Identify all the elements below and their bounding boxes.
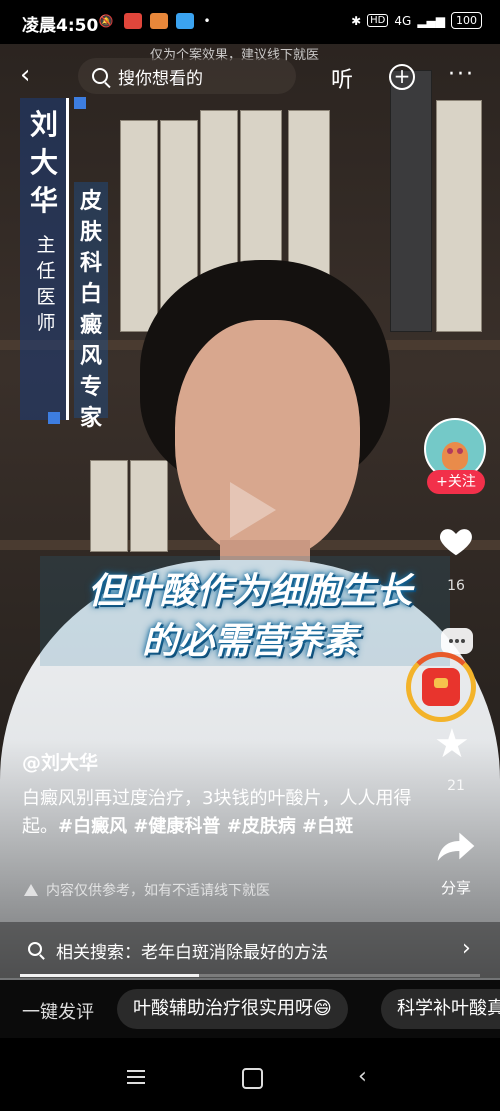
favorite-star-icon[interactable]: ★	[434, 722, 470, 766]
post-description[interactable]: 白癜风别再过度治疗，3块钱的叶酸片，人人用得起。#白癜风 #健康科普 #皮肤病 …	[22, 785, 422, 841]
recent-apps-icon[interactable]	[127, 1070, 145, 1088]
avatar-character	[442, 442, 468, 470]
mute-icon: 🔕	[98, 14, 114, 28]
author-handle[interactable]: @刘大华	[22, 748, 98, 775]
hashtags[interactable]: #白癜风 #健康科普 #皮肤病 #白斑	[58, 816, 353, 837]
back-icon[interactable]: ‹	[20, 62, 46, 90]
subtitle-line-1: 但叶酸作为细胞生长	[87, 571, 412, 612]
home-icon[interactable]	[242, 1068, 263, 1089]
comment-dot	[461, 639, 465, 643]
warning-icon	[24, 884, 38, 896]
quick-comment-chip[interactable]: 科学补叶酸真	[381, 989, 500, 1029]
status-time: 凌晨4:50	[22, 16, 99, 36]
network-type: 4G	[394, 13, 412, 28]
avatar-eye	[447, 448, 453, 454]
weibo-notification-icon	[150, 13, 168, 29]
listen-button[interactable]: 听	[331, 62, 353, 94]
share-arrow-icon[interactable]	[436, 826, 476, 866]
status-right-group: ✱ HD 4G ▂▄▆ 100	[351, 12, 482, 29]
more-options-icon[interactable]: ···	[448, 62, 475, 87]
related-search-text: 相关搜索：老年白斑消除最好的方法	[56, 938, 328, 963]
comment-dot	[449, 639, 453, 643]
hd-icon: HD	[367, 14, 389, 27]
related-search-query: 老年白斑消除最好的方法	[141, 943, 328, 963]
playback-progress-fill	[20, 974, 200, 977]
more-notifications-dot: •	[203, 14, 211, 28]
avatar-eye	[457, 448, 463, 454]
book	[436, 100, 482, 332]
bluetooth-icon: ✱	[351, 13, 362, 28]
book	[120, 120, 158, 332]
comment-dot	[455, 639, 459, 643]
comment-icon[interactable]	[441, 628, 473, 654]
add-icon[interactable]: +	[389, 64, 415, 90]
battery-icon: 100	[451, 12, 482, 29]
content-warning-text: 内容仅供参考，如有不适请线下就医	[46, 883, 270, 899]
content-warning: 内容仅供参考，如有不适请线下就医	[24, 880, 270, 900]
quick-comment-label: 一键发评	[22, 1002, 94, 1023]
system-nav-bar: ‹	[0, 1038, 500, 1111]
caption-accent	[74, 97, 86, 109]
specialty-caption: 皮肤科白癜风专家	[79, 189, 102, 431]
message-notification-icon	[176, 13, 194, 29]
signal-icon: ▂▄▆	[417, 13, 445, 28]
related-search-label: 相关搜索：	[56, 943, 141, 963]
status-bar: 凌晨4:50 🔕 • ✱ HD 4G ▂▄▆ 100	[0, 0, 500, 44]
app-notification-icon	[124, 13, 142, 29]
book	[130, 460, 168, 552]
search-bar[interactable]: 搜你想看的	[78, 58, 296, 94]
search-icon	[92, 68, 108, 84]
book	[90, 460, 128, 552]
search-icon	[28, 942, 42, 956]
doctor-name-caption: 刘大华	[29, 108, 58, 217]
like-count: 16	[447, 578, 465, 594]
doctor-title-caption: 主任医师	[36, 234, 56, 334]
favorite-count: 21	[447, 778, 465, 794]
related-search-bar[interactable]: 相关搜索：老年白斑消除最好的方法 ›	[0, 922, 500, 978]
red-packet-icon[interactable]	[422, 668, 460, 706]
screen: 凌晨4:50 🔕 • ✱ HD 4G ▂▄▆ 100 仅为个案效果，建议线下就医…	[0, 0, 500, 1111]
back-nav-icon[interactable]: ‹	[358, 1064, 367, 1089]
share-label[interactable]: 分享	[436, 877, 476, 898]
chevron-right-icon: ›	[462, 936, 471, 961]
like-heart-icon[interactable]	[437, 522, 475, 560]
book	[390, 70, 432, 332]
playback-progress-bar[interactable]	[20, 974, 480, 977]
caption-accent	[48, 412, 60, 424]
quick-comment-chip[interactable]: 叶酸辅助治疗很实用呀😄	[117, 989, 348, 1029]
follow-button[interactable]: +关注	[427, 470, 485, 494]
quick-comment-row: 一键发评 叶酸辅助治疗很实用呀😄 科学补叶酸真	[0, 980, 500, 1038]
play-icon[interactable]	[230, 482, 276, 538]
search-placeholder: 搜你想看的	[118, 68, 203, 89]
